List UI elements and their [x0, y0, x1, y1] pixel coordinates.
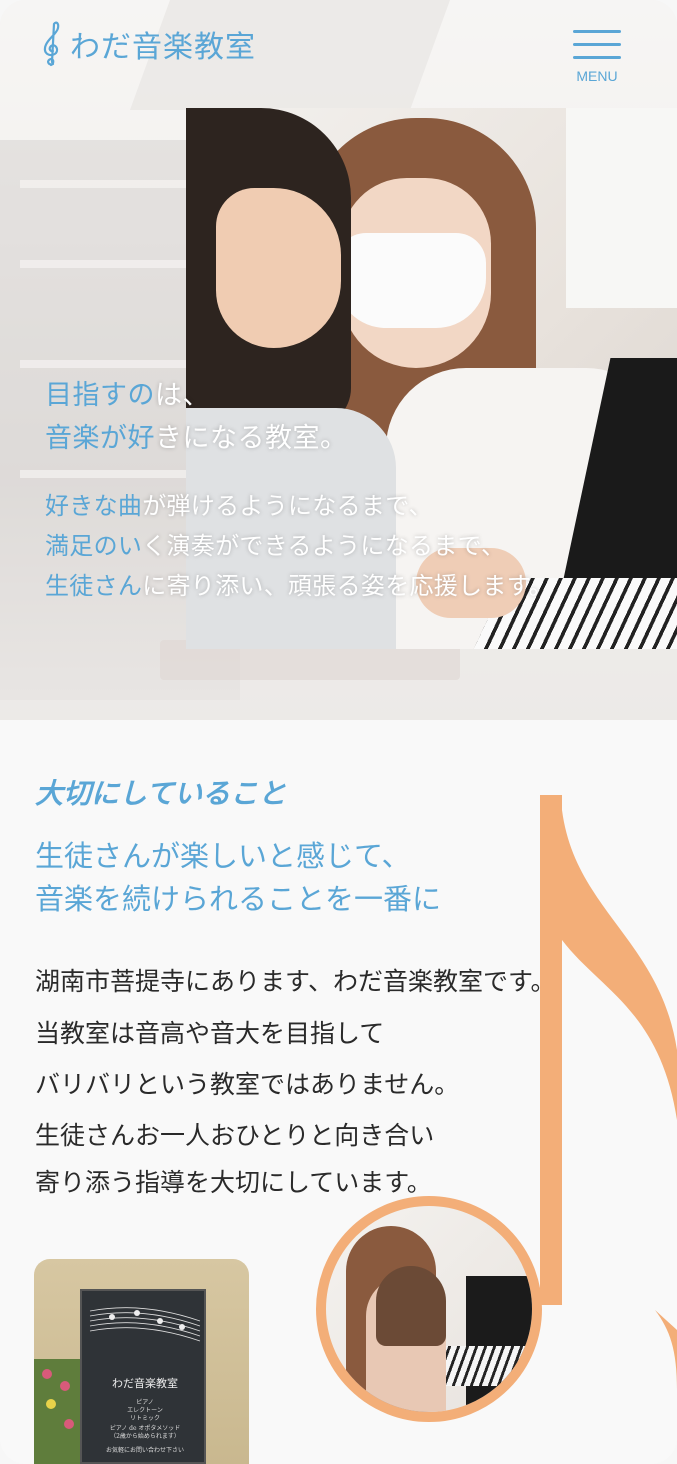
logo-text: わだ音楽教室: [70, 30, 256, 65]
page: 目指すのは、 音楽が好きになる教室。 好きな曲が弾けるようになるまで、 満足のい…: [0, 0, 677, 1464]
hero-headline-line-2: 音楽が好きになる教室。: [45, 423, 348, 454]
menu-button[interactable]: MENU: [570, 30, 624, 86]
hero-photo: [186, 108, 677, 649]
body-line-2: 当教室は音高や音大を目指して: [35, 1019, 385, 1048]
body-line-3: バリバリという教室ではありません。: [35, 1070, 460, 1099]
treble-clef-icon: [43, 21, 60, 67]
body-line-1: 湖南市菩提寺にあります、わだ音楽教室です。: [35, 967, 556, 996]
menu-label: MENU: [576, 68, 618, 84]
body-line-5: 寄り添う指導を大切にしています。: [35, 1168, 432, 1197]
hero-sub-line-1: 好きな曲が弾けるようになるまで、: [45, 492, 433, 520]
music-staff-icon: [89, 1307, 201, 1342]
lesson-photo: [316, 1196, 542, 1422]
hero-sub-line-3: 生徒さんに寄り添い、頑張る姿を応援します。: [45, 572, 553, 600]
catch-line-2: 音楽を続けられることを一番に: [35, 882, 442, 916]
sign-line: お気軽にお問い合わせ下さい: [105, 1447, 184, 1454]
site-header: わだ音楽教室 MENU: [0, 0, 677, 100]
sign-line: リトミック: [129, 1415, 160, 1422]
hero-section: 目指すのは、 音楽が好きになる教室。 好きな曲が弾けるようになるまで、 満足のい…: [0, 0, 677, 720]
school-sign-photo: わだ音楽教室 ピアノ エレクトーン リトミック ピアノ de オポタメソッド （…: [34, 1259, 249, 1464]
body-line-4: 生徒さんお一人おひとりと向き合い: [35, 1121, 435, 1150]
section-title: 大切にしていること: [35, 777, 287, 810]
sign-title: わだ音楽教室: [112, 1377, 178, 1390]
site-logo[interactable]: わだ音楽教室: [40, 20, 256, 68]
hero-headline-line-1: 目指すのは、: [45, 380, 210, 411]
sign-line: （2歳から始められます）: [110, 1433, 180, 1440]
hero-sub-line-2: 満足のいく演奏ができるようになるまで、: [45, 532, 506, 560]
catch-line-1: 生徒さんが楽しいと感じて、: [35, 839, 411, 873]
plants: [34, 1359, 82, 1464]
school-sign: わだ音楽教室 ピアノ エレクトーン リトミック ピアノ de オポタメソッド （…: [80, 1289, 206, 1464]
